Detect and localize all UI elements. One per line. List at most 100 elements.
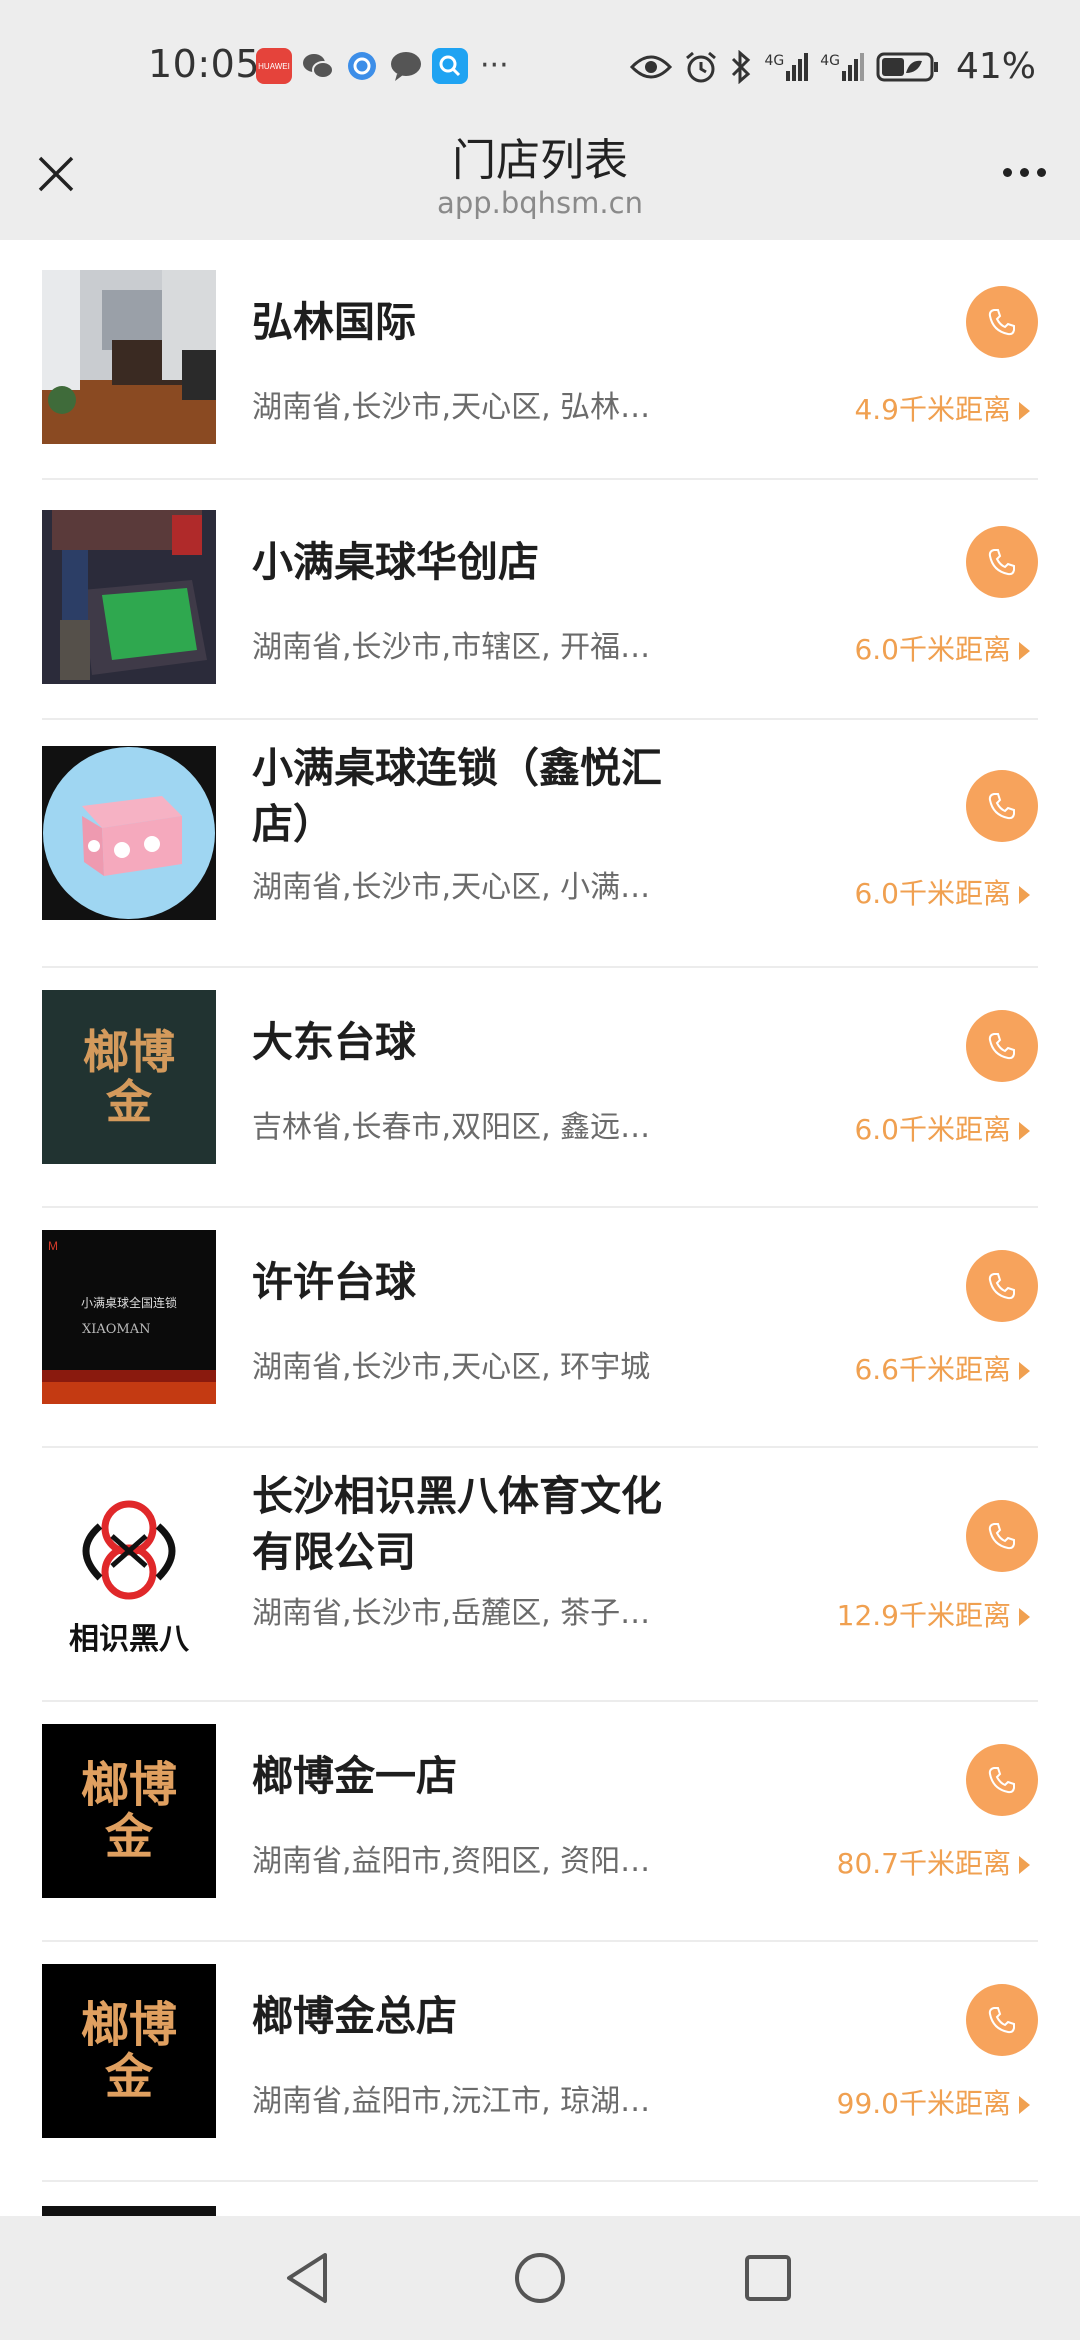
- store-item[interactable]: 相识黑八 长沙相识黑八体育文化有限公司 湖南省,长沙市,岳麓区, 茶子… 12.…: [42, 1448, 1038, 1702]
- arrow-right-icon: [1019, 1856, 1030, 1874]
- eye-icon: [630, 55, 673, 78]
- browser-icon: [344, 48, 380, 84]
- more-notifications-icon: ···: [480, 48, 509, 83]
- store-item[interactable]: 榔博金 榔博金一店 湖南省,益阳市,资阳区, 资阳… 80.7千米距离: [42, 1702, 1038, 1942]
- store-name: 许许台球: [252, 1258, 416, 1306]
- store-name: 小满桌球连锁（鑫悦汇店）: [252, 744, 662, 848]
- call-button[interactable]: [966, 526, 1038, 598]
- store-distance[interactable]: 80.7千米距离: [837, 1842, 1030, 1882]
- status-time: 10:05: [148, 42, 261, 86]
- home-button[interactable]: [510, 2248, 570, 2308]
- store-address: 湖南省,长沙市,天心区, 环宇城: [252, 1350, 651, 1385]
- recents-button[interactable]: [738, 2248, 798, 2308]
- store-thumbnail: M 小满桌球全国连锁 XIAOMAN: [42, 1230, 216, 1404]
- nav-bar: 门店列表 app.bqhsm.cn: [0, 130, 1080, 240]
- store-item[interactable]: 弘林国际 湖南省,长沙市,天心区, 弘林… 4.9千米距离: [42, 240, 1038, 480]
- more-button[interactable]: [1003, 168, 1046, 177]
- signal-icon-2: 4G: [820, 52, 864, 81]
- store-thumbnail: [42, 270, 216, 444]
- store-address: 吉林省,长春市,双阳区, 鑫远…: [252, 1110, 651, 1145]
- recents-square-icon: [745, 2255, 791, 2301]
- store-name: 大东台球: [252, 1018, 416, 1066]
- logo-text: 小满桌球全国连锁: [80, 1296, 177, 1310]
- arrow-right-icon: [1019, 1608, 1030, 1626]
- phone-icon: [988, 549, 1015, 576]
- store-distance[interactable]: 99.0千米距离: [837, 2082, 1030, 2122]
- wechat-icon: [300, 48, 336, 84]
- store-thumbnail: 榔博金: [42, 1964, 216, 2138]
- store-thumbnail: [42, 510, 216, 684]
- phone-icon: [988, 309, 1015, 336]
- arrow-right-icon: [1019, 1122, 1030, 1140]
- call-button[interactable]: [966, 770, 1038, 842]
- store-address: 湖南省,长沙市,岳麓区, 茶子…: [252, 1596, 651, 1631]
- logo-text: 榔博金: [80, 1997, 177, 2105]
- search-app-icon: [432, 48, 468, 84]
- store-distance[interactable]: 12.9千米距离: [837, 1594, 1030, 1634]
- store-name: 小满桌球华创店: [252, 538, 539, 586]
- alarm-icon: [686, 51, 717, 82]
- store-distance[interactable]: 6.0千米距离: [854, 628, 1030, 668]
- arrow-right-icon: [1019, 1362, 1030, 1380]
- arrow-right-icon: [1019, 402, 1030, 420]
- phone-icon: [988, 1767, 1015, 1794]
- store-name: 长沙相识黑八体育文化有限公司: [252, 1472, 662, 1576]
- svg-text:M: M: [48, 1239, 58, 1253]
- store-address: 湖南省,长沙市,天心区, 弘林…: [252, 390, 651, 425]
- arrow-right-icon: [1019, 886, 1030, 904]
- store-name: 榔博金一店: [252, 1752, 457, 1800]
- store-distance[interactable]: 6.0千米距离: [854, 872, 1030, 912]
- store-name: 弘林国际: [252, 298, 416, 346]
- battery-icon: [876, 52, 938, 81]
- store-thumbnail: 榔博金: [42, 1724, 216, 1898]
- call-button[interactable]: [966, 1500, 1038, 1572]
- store-distance[interactable]: 6.0千米距离: [854, 1108, 1030, 1148]
- arrow-right-icon: [1019, 2096, 1030, 2114]
- store-address: 湖南省,长沙市,市辖区, 开福…: [252, 630, 651, 665]
- status-bar: 10:05 HUAWEI ··· 4G 4G 41%: [0, 0, 1080, 130]
- system-icons: 4G 4G 41%: [630, 46, 1036, 87]
- store-item[interactable]: 榔博金 大东台球 吉林省,长春市,双阳区, 鑫远… 6.0千米距离: [42, 968, 1038, 1208]
- phone-icon: [988, 1523, 1015, 1550]
- back-triangle-icon: [287, 2253, 327, 2303]
- store-thumbnail: 榔博金: [42, 990, 216, 1164]
- store-item[interactable]: 小满桌球华创店 湖南省,长沙市,市辖区, 开福… 6.0千米距离: [42, 480, 1038, 720]
- store-distance[interactable]: 6.6千米距离: [854, 1348, 1030, 1388]
- store-list[interactable]: 弘林国际 湖南省,长沙市,天心区, 弘林… 4.9千米距离 小满桌球华创店 湖南…: [0, 240, 1080, 2216]
- call-button[interactable]: [966, 1744, 1038, 1816]
- logo-text: 相识黑八: [69, 1622, 189, 1657]
- signal-icon-1: 4G: [764, 52, 809, 81]
- store-thumbnail: 相识黑八: [42, 1486, 216, 1660]
- phone-icon: [988, 793, 1015, 820]
- huawei-store-icon: HUAWEI: [256, 48, 292, 84]
- system-navigation-bar: [0, 2216, 1080, 2340]
- page-title: 门店列表: [452, 135, 628, 186]
- store-address: 湖南省,益阳市,资阳区, 资阳…: [252, 1844, 651, 1879]
- battery-percent: 41%: [955, 46, 1036, 87]
- call-button[interactable]: [966, 1010, 1038, 1082]
- logo-text: 榔博金: [83, 1025, 175, 1129]
- store-thumbnail: [42, 746, 216, 920]
- logo-text: 榔博金: [80, 1757, 177, 1865]
- call-button[interactable]: [966, 286, 1038, 358]
- back-button[interactable]: [278, 2248, 338, 2308]
- store-distance[interactable]: 4.9千米距离: [854, 388, 1030, 428]
- store-address: 湖南省,益阳市,沅江市, 琼湖…: [252, 2084, 651, 2119]
- next-item-thumbnail-edge: [42, 2206, 216, 2216]
- store-item[interactable]: 榔博金 榔博金总店 湖南省,益阳市,沅江市, 琼湖… 99.0千米距离: [42, 1942, 1038, 2182]
- notification-icons: HUAWEI ···: [256, 48, 509, 84]
- phone-icon: [988, 1033, 1015, 1060]
- message-icon: [388, 48, 424, 84]
- store-name: 榔博金总店: [252, 1992, 457, 2040]
- phone-icon: [988, 1273, 1015, 1300]
- store-item[interactable]: 小满桌球连锁（鑫悦汇店） 湖南省,长沙市,天心区, 小满… 6.0千米距离: [42, 720, 1038, 968]
- call-button[interactable]: [966, 1250, 1038, 1322]
- call-button[interactable]: [966, 1984, 1038, 2056]
- store-address: 湖南省,长沙市,天心区, 小满…: [252, 870, 651, 905]
- arrow-right-icon: [1019, 642, 1030, 660]
- logo-text-en: XIAOMAN: [82, 1322, 151, 1337]
- home-circle-icon: [515, 2253, 565, 2303]
- phone-icon: [988, 2007, 1015, 2034]
- store-item[interactable]: M 小满桌球全国连锁 XIAOMAN 许许台球 湖南省,长沙市,天心区, 环宇城…: [42, 1208, 1038, 1448]
- bluetooth-icon: [732, 49, 751, 84]
